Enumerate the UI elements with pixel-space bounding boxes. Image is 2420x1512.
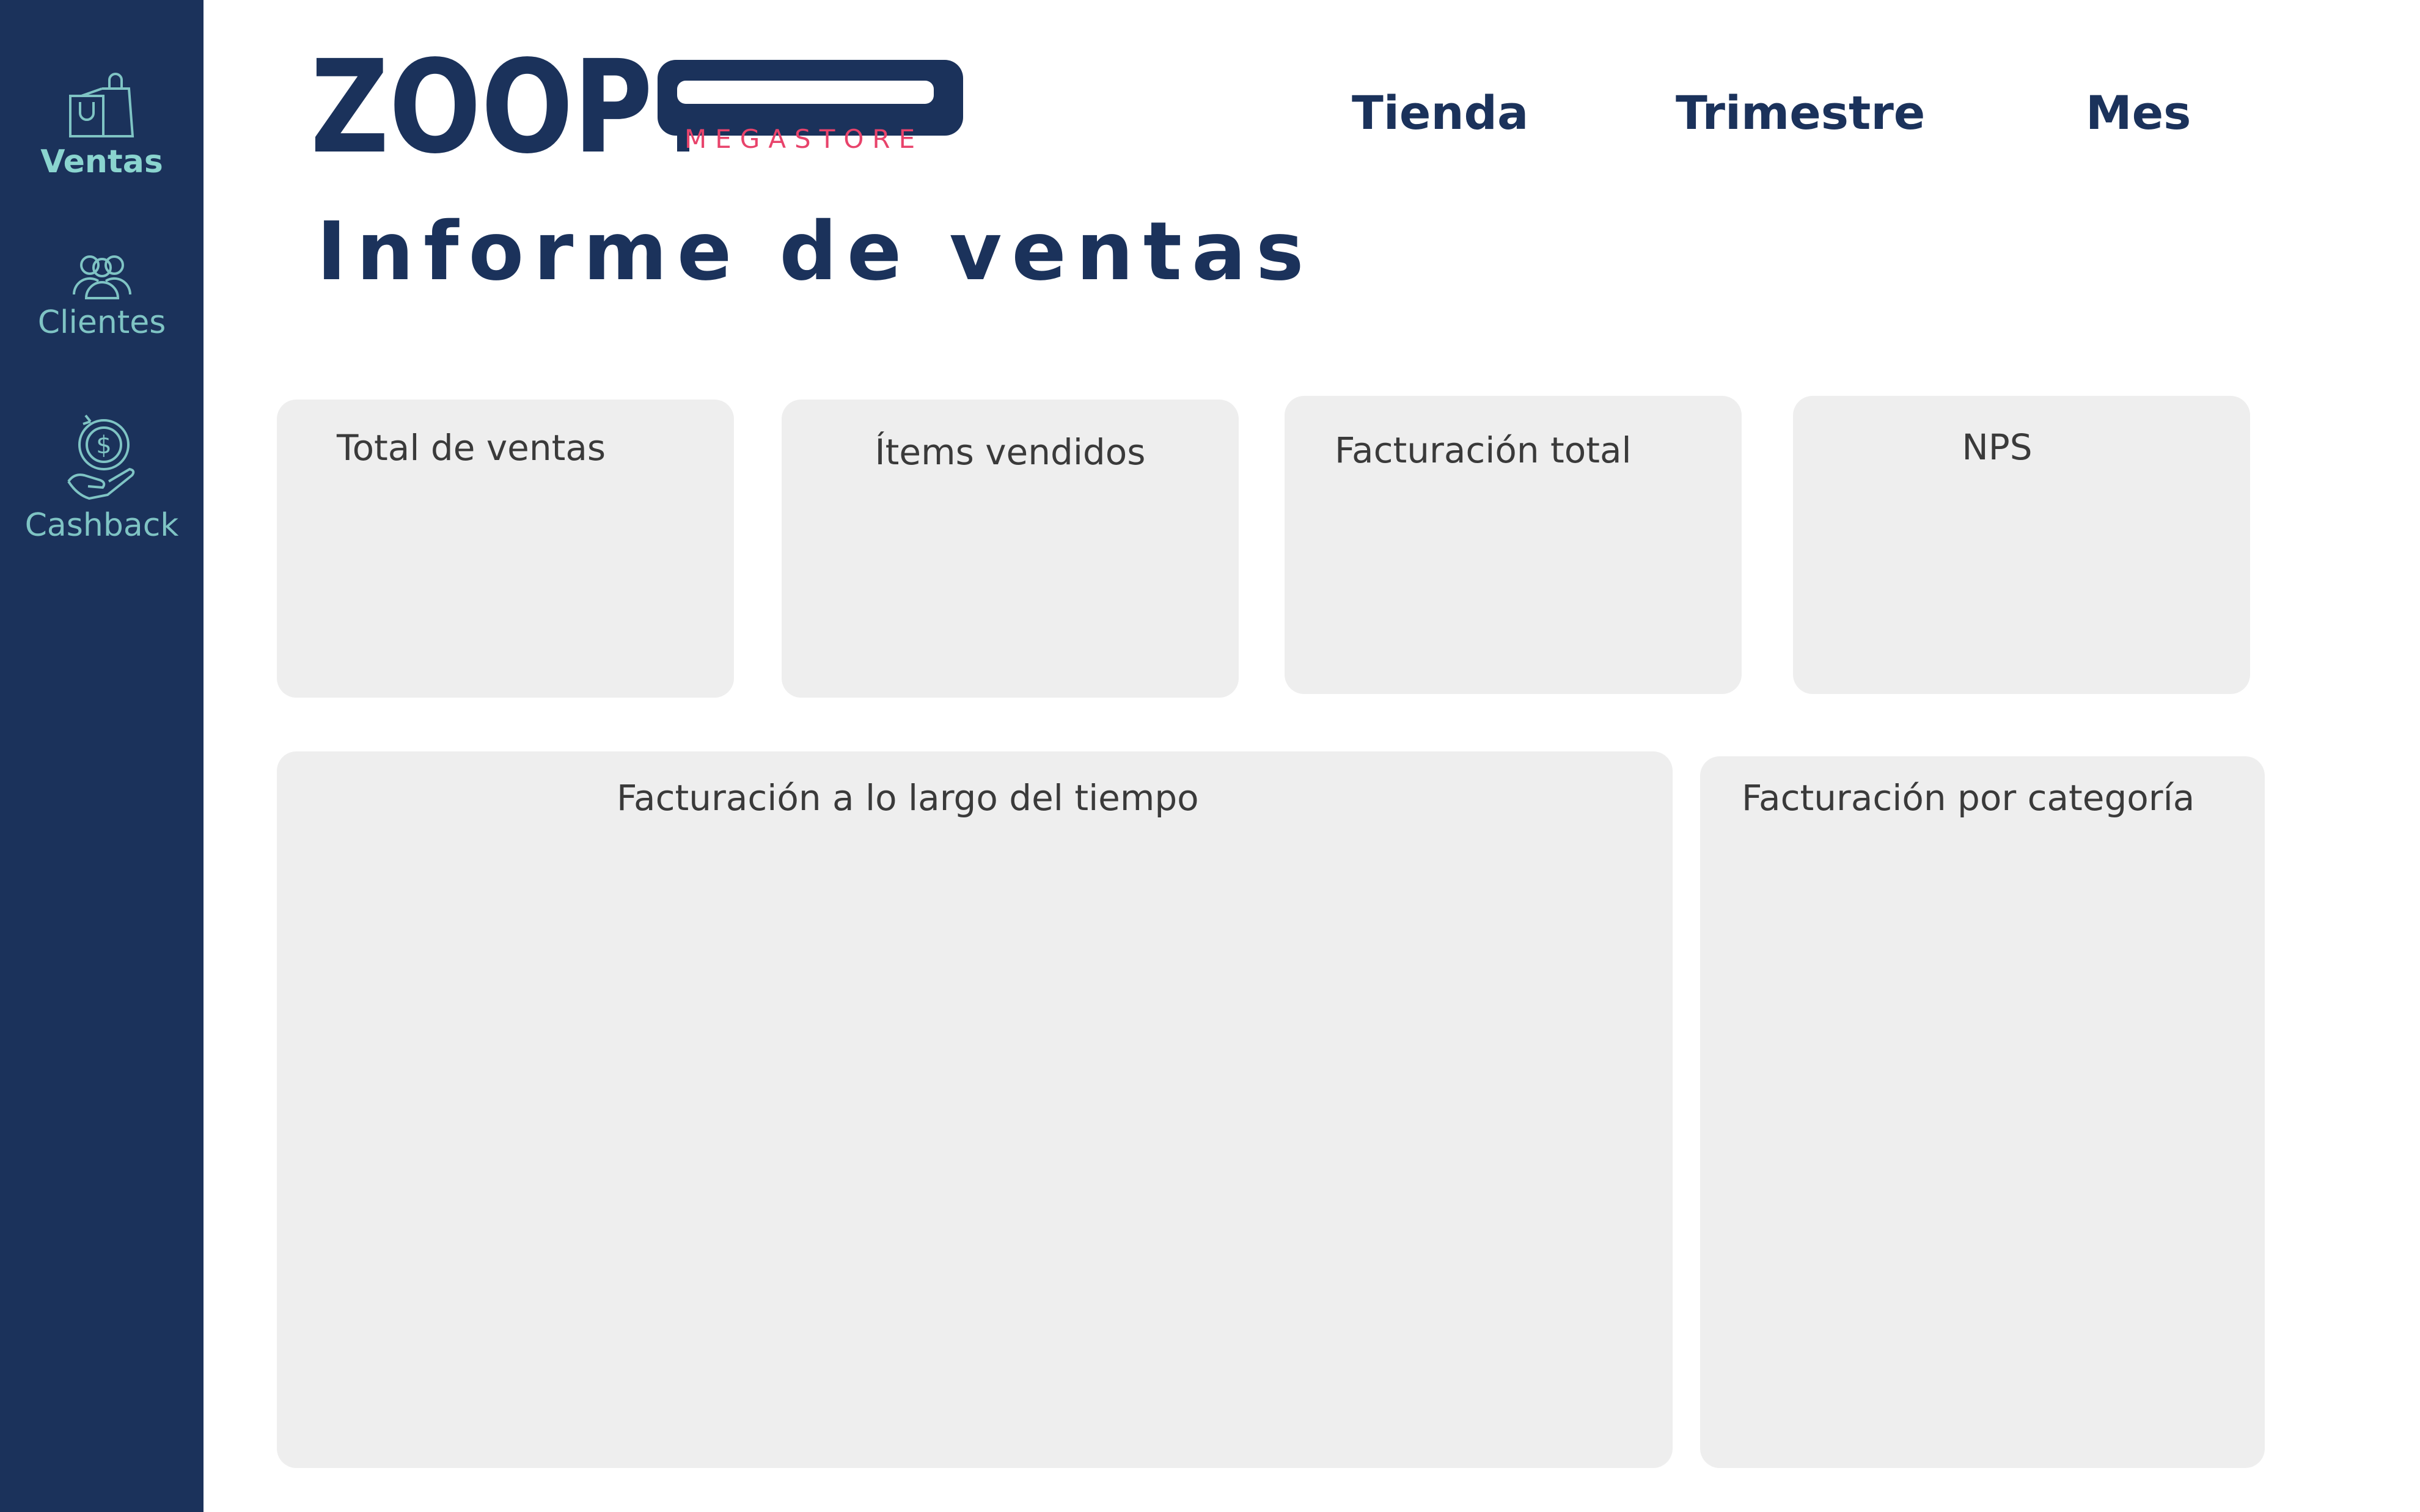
- sidebar: Ventas Clientes $ Cashback: [0, 0, 204, 1512]
- zoop-megastore-logo: ZOOP MEGASTORE: [310, 56, 963, 154]
- kpi-card-facturacion-total: Facturación total: [1285, 396, 1742, 694]
- svg-text:ZOOP: ZOOP: [310, 56, 653, 154]
- card-title: NPS: [1962, 426, 2033, 468]
- sidebar-item-cashback[interactable]: $ Cashback: [0, 409, 204, 544]
- shopping-bags-icon: [68, 73, 134, 137]
- sidebar-item-clientes[interactable]: Clientes: [0, 249, 204, 341]
- card-title: Total de ventas: [337, 427, 606, 469]
- svg-text:MEGASTORE: MEGASTORE: [684, 124, 923, 154]
- sidebar-item-label: Clientes: [37, 304, 166, 341]
- card-title: Facturación total: [1335, 429, 1632, 471]
- card-title: Ítems vendidos: [875, 431, 1146, 473]
- cashback-hand-icon: $: [67, 414, 134, 500]
- svg-text:$: $: [96, 431, 111, 459]
- kpi-card-items-vendidos: Ítems vendidos: [782, 400, 1239, 698]
- kpi-card-nps: NPS: [1793, 396, 2250, 694]
- users-icon: [72, 255, 131, 299]
- card-title: Facturación a lo largo del tiempo: [617, 777, 1199, 819]
- chart-card-facturacion-tiempo: Facturación a lo largo del tiempo: [277, 751, 1673, 1468]
- card-title: Facturación por categoría: [1742, 777, 2195, 819]
- page-title: Informe de ventas: [317, 205, 1314, 299]
- sidebar-item-label: Ventas: [40, 144, 163, 180]
- kpi-card-total-ventas: Total de ventas: [277, 400, 734, 698]
- filter-trimestre[interactable]: Trimestre: [1676, 86, 1925, 140]
- chart-card-facturacion-categoria: Facturación por categoría: [1700, 756, 2265, 1468]
- filter-mes[interactable]: Mes: [2086, 86, 2191, 140]
- sidebar-item-label: Cashback: [24, 507, 179, 544]
- filter-tienda[interactable]: Tienda: [1352, 86, 1528, 140]
- sidebar-item-ventas[interactable]: Ventas: [0, 64, 204, 180]
